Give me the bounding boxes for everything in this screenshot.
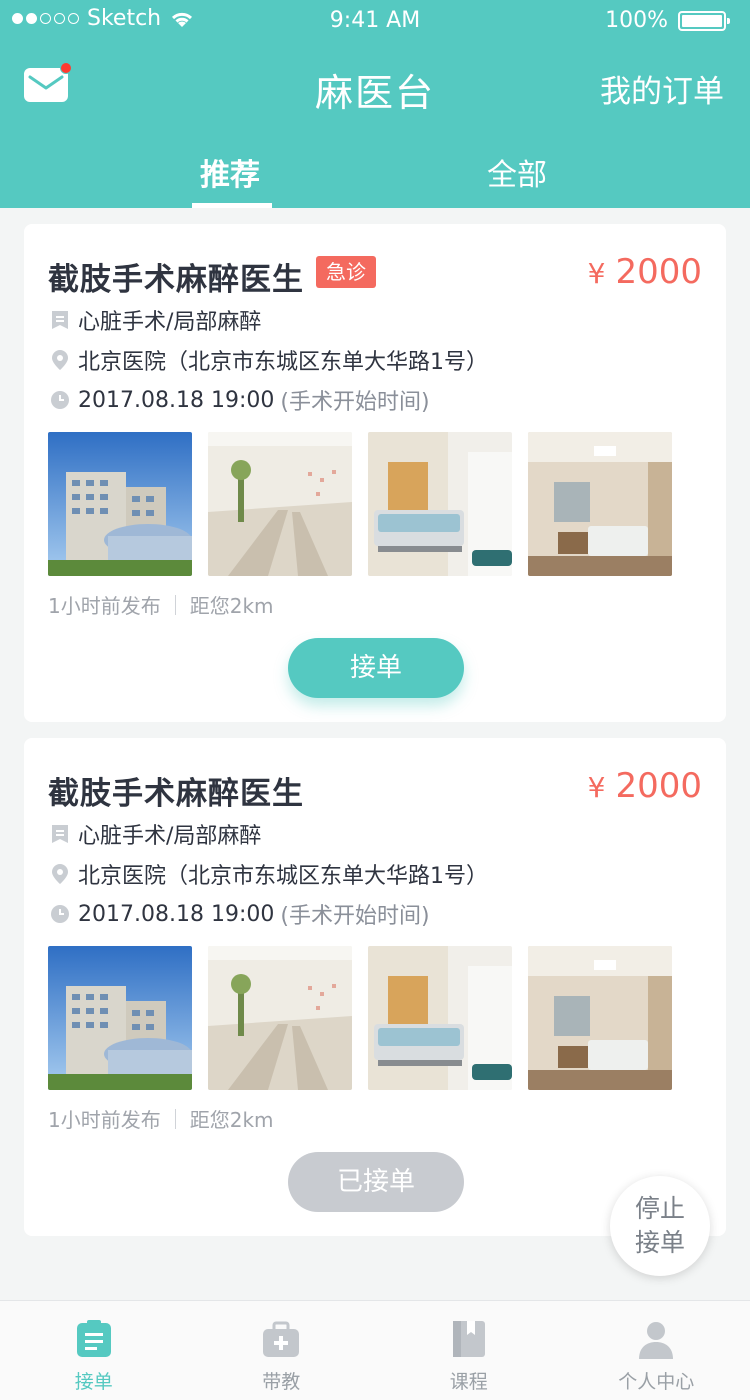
book-icon	[452, 1321, 485, 1357]
tab-all[interactable]: 全部	[487, 150, 547, 194]
order-title: 截肢手术麻醉医生	[48, 776, 304, 812]
clock-icon	[50, 389, 70, 411]
status-battery: 100%	[605, 8, 730, 33]
location-pin-icon	[50, 349, 70, 371]
time-row: 2017.08.18 19:00 (手术开始时间)	[50, 384, 430, 416]
order-card[interactable]: 截肢手术麻醉医生 ¥2000 心脏手术/局部麻醉 北京医院（北京市东城区东单大华…	[24, 738, 726, 1236]
meta-divider	[174, 594, 176, 615]
bottom-tab-bar: 接单 带教 课程 个人中心	[0, 1300, 750, 1400]
meta-divider	[174, 1108, 176, 1129]
nav-item-courses[interactable]: 课程	[375, 1301, 563, 1400]
nav-label-courses: 课程	[449, 1371, 488, 1393]
nav-label-profile: 个人中心	[618, 1371, 695, 1393]
posted-time: 1小时前发布	[48, 1108, 161, 1132]
order-meta: 1小时前发布 距您2km	[48, 590, 274, 619]
posted-time: 1小时前发布	[48, 594, 161, 618]
order-category: 心脏手术/局部麻醉	[78, 824, 262, 849]
nav-item-teaching[interactable]: 带教	[188, 1301, 376, 1400]
my-orders-link[interactable]: 我的订单	[600, 66, 724, 111]
tab-bar: 推荐 全部	[0, 140, 750, 208]
currency-symbol: ¥	[587, 771, 606, 804]
category-row: 心脏手术/局部麻醉	[50, 818, 261, 850]
order-meta: 1小时前发布 距您2km	[48, 1104, 274, 1133]
ward-bed-photo[interactable]	[368, 432, 512, 576]
tag-icon	[50, 309, 70, 331]
ward-room-photo[interactable]	[528, 432, 672, 576]
order-location: 北京医院（北京市东城区东单大华路1号）	[78, 864, 488, 889]
nav-label-orders: 接单	[74, 1371, 113, 1393]
hospital-exterior-photo[interactable]	[48, 432, 192, 576]
order-time-note: (手术开始时间)	[280, 390, 430, 415]
urgent-badge: 急诊	[316, 256, 376, 288]
order-card[interactable]: 截肢手术麻醉医生 急诊 ¥2000 心脏手术/局部麻醉 北京医院（北京市东城区东…	[24, 224, 726, 722]
distance: 距您2km	[189, 594, 274, 618]
tag-icon	[50, 823, 70, 845]
battery-percent: 100%	[605, 8, 668, 33]
accept-order-button[interactable]: 接单	[288, 638, 464, 698]
status-bar: Sketch 9:41 AM 100%	[0, 0, 750, 40]
nav-item-profile[interactable]: 个人中心	[563, 1301, 750, 1400]
price-value: 2000	[615, 766, 702, 806]
location-row: 北京医院（北京市东城区东单大华路1号）	[50, 858, 488, 890]
medical-kit-icon	[263, 1321, 300, 1357]
battery-icon	[678, 10, 730, 31]
tab-indicator	[192, 203, 272, 208]
order-price: ¥2000	[588, 766, 702, 806]
order-time-note: (手术开始时间)	[280, 904, 430, 929]
clipboard-icon	[76, 1320, 111, 1357]
photo-gallery	[48, 946, 672, 1090]
ward-room-photo[interactable]	[528, 946, 672, 1090]
accepted-order-button[interactable]: 已接单	[288, 1152, 464, 1212]
price-value: 2000	[615, 252, 702, 292]
hospital-lobby-photo[interactable]	[208, 946, 352, 1090]
stop-button-line1: 停止	[634, 1194, 685, 1223]
time-row: 2017.08.18 19:00 (手术开始时间)	[50, 898, 430, 930]
tab-recommended[interactable]: 推荐	[200, 150, 260, 194]
location-pin-icon	[50, 863, 70, 885]
stop-button-line2: 接单	[634, 1228, 685, 1257]
order-time: 2017.08.18 19:00	[78, 901, 275, 927]
order-price: ¥2000	[588, 252, 702, 292]
location-row: 北京医院（北京市东城区东单大华路1号）	[50, 344, 488, 376]
order-title: 截肢手术麻醉医生	[48, 262, 304, 298]
currency-symbol: ¥	[587, 257, 606, 290]
app-header: Sketch 9:41 AM 100% 麻医台 我的订单 推荐 全部	[0, 0, 750, 208]
nav-label-teaching: 带教	[262, 1371, 301, 1393]
category-row: 心脏手术/局部麻醉	[50, 304, 261, 336]
order-location: 北京医院（北京市东城区东单大华路1号）	[78, 350, 488, 375]
user-icon	[639, 1322, 674, 1359]
hospital-lobby-photo[interactable]	[208, 432, 352, 576]
ward-bed-photo[interactable]	[368, 946, 512, 1090]
distance: 距您2km	[189, 1108, 274, 1132]
photo-gallery	[48, 432, 672, 576]
nav-item-orders[interactable]: 接单	[0, 1301, 188, 1400]
order-time: 2017.08.18 19:00	[78, 387, 275, 413]
order-category: 心脏手术/局部麻醉	[78, 310, 262, 335]
clock-icon	[50, 903, 70, 925]
stop-accepting-button[interactable]: 停止 接单	[610, 1176, 710, 1276]
nav-bar: 麻医台 我的订单	[0, 56, 750, 116]
hospital-exterior-photo[interactable]	[48, 946, 192, 1090]
